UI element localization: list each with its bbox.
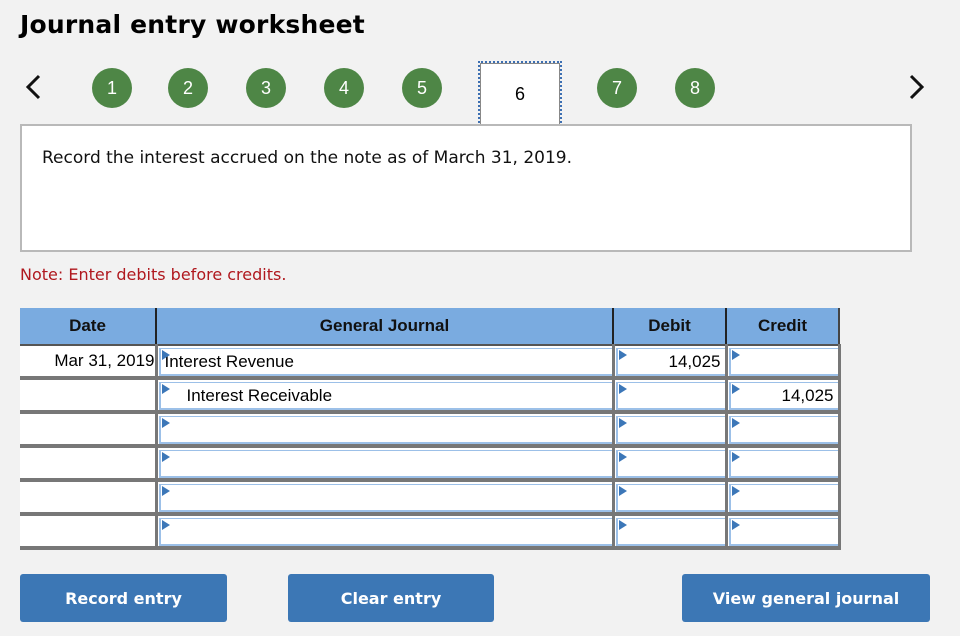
debit-cell[interactable]	[613, 378, 728, 414]
account-cell[interactable]	[156, 412, 615, 448]
credit-cell[interactable]: 14,025	[726, 378, 841, 414]
table-row: Interest Receivable 14,025	[20, 378, 841, 414]
table-row	[20, 412, 841, 448]
account-cell-field[interactable]: Interest Revenue	[158, 348, 612, 376]
page-title: Journal entry worksheet	[20, 10, 365, 39]
account-cell[interactable]	[156, 480, 615, 516]
dropdown-marker-icon	[618, 418, 627, 428]
credit-cell-field[interactable]: 14,025	[728, 382, 838, 410]
dropdown-marker-icon	[731, 384, 740, 394]
account-cell[interactable]: Interest Receivable	[156, 378, 615, 414]
dropdown-marker-icon	[161, 520, 170, 530]
credit-cell-field[interactable]	[728, 348, 838, 376]
date-cell[interactable]	[20, 480, 158, 516]
dropdown-marker-icon	[161, 486, 170, 496]
step-2-button[interactable]: 2	[168, 68, 208, 108]
account-cell-field[interactable]	[158, 518, 612, 546]
account-cell[interactable]	[156, 446, 615, 482]
account-cell[interactable]	[156, 514, 615, 550]
account-cell-field[interactable]	[158, 450, 612, 478]
step-4-button[interactable]: 4	[324, 68, 364, 108]
credit-cell-field[interactable]	[728, 416, 838, 444]
chevron-right-icon	[909, 74, 925, 100]
credit-cell-field[interactable]	[728, 518, 838, 546]
instruction-box: Record the interest accrued on the note …	[20, 124, 912, 252]
dropdown-marker-icon	[731, 452, 740, 462]
date-cell[interactable]	[20, 412, 158, 448]
credit-cell[interactable]	[726, 514, 841, 550]
credit-cell[interactable]	[726, 480, 841, 516]
step-8-button[interactable]: 8	[675, 68, 715, 108]
header-credit: Credit	[726, 308, 840, 346]
step-6-button-active[interactable]: 6	[478, 61, 562, 127]
dropdown-marker-icon	[731, 486, 740, 496]
debit-cell[interactable]	[613, 480, 728, 516]
dropdown-marker-icon	[161, 350, 170, 360]
credit-cell-field[interactable]	[728, 450, 838, 478]
table-row: Mar 31, 2019 Interest Revenue 14,025	[20, 345, 841, 380]
dropdown-marker-icon	[161, 418, 170, 428]
debit-cell-field[interactable]: 14,025	[615, 348, 725, 376]
date-cell[interactable]	[20, 514, 158, 550]
dropdown-marker-icon	[731, 418, 740, 428]
step-5-button[interactable]: 5	[402, 68, 442, 108]
view-general-journal-button[interactable]: View general journal	[682, 574, 930, 622]
debit-cell-field[interactable]	[615, 382, 725, 410]
clear-entry-button[interactable]: Clear entry	[288, 574, 494, 622]
step-3-button[interactable]: 3	[246, 68, 286, 108]
credit-cell[interactable]	[726, 412, 841, 448]
record-entry-button[interactable]: Record entry	[20, 574, 227, 622]
table-header-row: Date General Journal Debit Credit	[20, 308, 840, 346]
account-cell-value: Interest Receivable	[186, 385, 333, 405]
dropdown-marker-icon	[161, 452, 170, 462]
dropdown-marker-icon	[731, 350, 740, 360]
account-cell-field[interactable]: Interest Receivable	[158, 382, 612, 410]
debit-cell-field[interactable]	[615, 450, 725, 478]
header-general-journal: General Journal	[156, 308, 614, 346]
account-cell-field[interactable]	[158, 416, 612, 444]
dropdown-marker-icon	[618, 486, 627, 496]
step-7-button[interactable]: 7	[597, 68, 637, 108]
debit-cell[interactable]	[613, 446, 728, 482]
dropdown-marker-icon	[618, 452, 627, 462]
dropdown-marker-icon	[731, 520, 740, 530]
dropdown-marker-icon	[618, 350, 627, 360]
date-cell[interactable]	[20, 446, 158, 482]
debit-cell[interactable]	[613, 412, 728, 448]
debit-cell-field[interactable]	[615, 518, 725, 546]
credit-cell-value: 14,025	[781, 385, 834, 405]
next-step-button[interactable]	[904, 70, 928, 104]
dropdown-marker-icon	[618, 520, 627, 530]
table-row	[20, 514, 841, 550]
account-cell[interactable]: Interest Revenue	[156, 345, 615, 380]
debit-cell[interactable]: 14,025	[613, 345, 728, 380]
date-cell[interactable]: Mar 31, 2019	[20, 345, 158, 380]
header-date: Date	[20, 308, 157, 346]
journal-table: Date General Journal Debit Credit Mar 31…	[20, 308, 841, 550]
debit-cell-field[interactable]	[615, 416, 725, 444]
prev-step-button[interactable]	[22, 70, 46, 104]
account-cell-value: Interest Revenue	[164, 351, 294, 371]
instruction-text: Record the interest accrued on the note …	[42, 148, 572, 168]
account-cell-field[interactable]	[158, 484, 612, 512]
table-row	[20, 446, 841, 482]
debit-cell-value: 14,025	[668, 351, 721, 371]
date-cell[interactable]	[20, 378, 158, 414]
dropdown-marker-icon	[161, 384, 170, 394]
table-row	[20, 480, 841, 516]
note-text: Note: Enter debits before credits.	[20, 265, 287, 284]
debit-cell-field[interactable]	[615, 484, 725, 512]
chevron-left-icon	[25, 74, 41, 100]
header-debit: Debit	[613, 308, 727, 346]
step-1-button[interactable]: 1	[92, 68, 132, 108]
credit-cell[interactable]	[726, 345, 841, 380]
dropdown-marker-icon	[618, 384, 627, 394]
credit-cell-field[interactable]	[728, 484, 838, 512]
credit-cell[interactable]	[726, 446, 841, 482]
debit-cell[interactable]	[613, 514, 728, 550]
